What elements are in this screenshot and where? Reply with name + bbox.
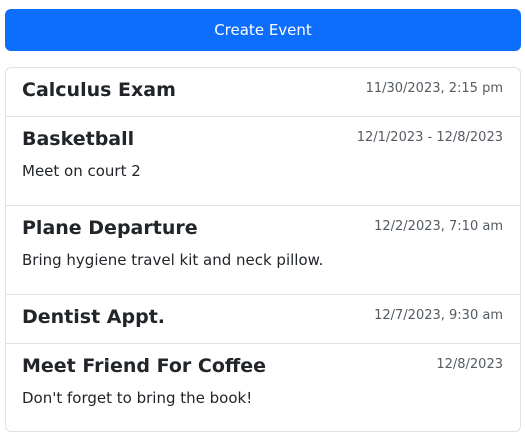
event-item-dentist-appt[interactable]: Dentist Appt. 12/7/2023, 9:30 am xyxy=(6,295,520,344)
event-item-calculus-exam[interactable]: Calculus Exam 11/30/2023, 2:15 pm xyxy=(6,68,520,117)
event-date: 12/8/2023 xyxy=(436,357,503,372)
event-title: Calculus Exam xyxy=(22,79,176,101)
event-title: Basketball xyxy=(22,128,135,150)
event-title: Plane Departure xyxy=(22,217,198,239)
event-list: Calculus Exam 11/30/2023, 2:15 pm Basket… xyxy=(5,67,521,432)
event-item-basketball[interactable]: Basketball 12/1/2023 - 12/8/2023 Meet on… xyxy=(6,117,520,206)
event-description: Bring hygiene travel kit and neck pillow… xyxy=(22,251,324,269)
event-date: 11/30/2023, 2:15 pm xyxy=(365,81,503,96)
event-date: 12/7/2023, 9:30 am xyxy=(374,308,503,323)
event-date: 12/1/2023 - 12/8/2023 xyxy=(356,130,503,145)
event-page: Create Event Calculus Exam 11/30/2023, 2… xyxy=(0,0,525,439)
event-title: Meet Friend For Coffee xyxy=(22,355,267,377)
event-title: Dentist Appt. xyxy=(22,306,165,328)
event-date: 12/2/2023, 7:10 am xyxy=(374,219,503,234)
event-description: Meet on court 2 xyxy=(22,162,141,180)
create-event-button[interactable]: Create Event xyxy=(5,9,521,51)
event-item-plane-departure[interactable]: Plane Departure 12/2/2023, 7:10 am Bring… xyxy=(6,206,520,295)
event-item-meet-friend-for-coffee[interactable]: Meet Friend For Coffee 12/8/2023 Don't f… xyxy=(6,344,520,431)
event-description: Don't forget to bring the book! xyxy=(22,389,253,407)
